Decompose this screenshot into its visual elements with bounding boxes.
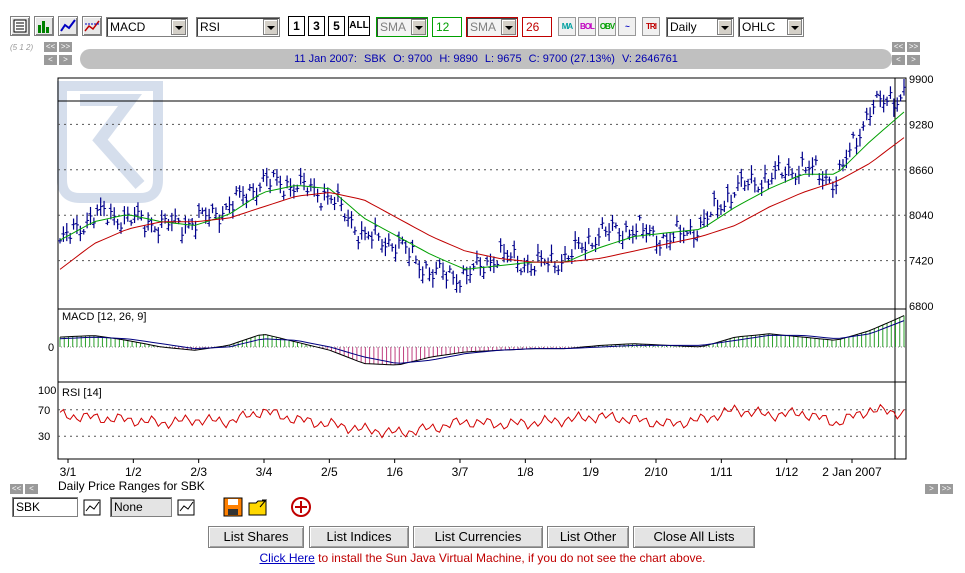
- rsi-tick-label: 100: [38, 385, 56, 397]
- scroll-forward-bottom-button[interactable]: >: [925, 484, 938, 494]
- macd-zero-label: 0: [48, 342, 54, 354]
- x-tick-label: 2/3: [190, 465, 207, 479]
- rsi-line: [59, 403, 905, 439]
- x-tick-label: 3/4: [256, 465, 273, 479]
- price-tick-label: 6800: [909, 301, 933, 313]
- x-tick-label: 1/9: [582, 465, 599, 479]
- x-tick-label: 1/8: [517, 465, 534, 479]
- rsi-title: RSI [14]: [62, 387, 102, 399]
- macd-line: [59, 315, 905, 366]
- x-tick-label: 2/5: [321, 465, 338, 479]
- list-shares-button[interactable]: List Shares: [208, 526, 304, 548]
- price-tick-label: 9280: [909, 119, 933, 131]
- list-currencies-button[interactable]: List Currencies: [413, 526, 543, 548]
- save-icon[interactable]: [222, 497, 244, 517]
- price-tick-label: 9900: [909, 74, 933, 86]
- share-code-input[interactable]: SBK: [12, 497, 78, 517]
- scroll-back-bottom-button[interactable]: <: [25, 484, 38, 494]
- rsi-pane: [57, 381, 907, 460]
- price-tick-label: 7420: [909, 256, 933, 268]
- rsi-tick-label: 70: [38, 405, 50, 417]
- scroll-back-far-bottom-button[interactable]: <<: [10, 484, 23, 494]
- java-install-note: Click Here to install the Sun Java Virtu…: [0, 551, 965, 565]
- rsi-tick-label: 30: [38, 431, 50, 443]
- compare-code-input[interactable]: None: [110, 497, 172, 517]
- price-tick-label: 8040: [909, 210, 933, 222]
- ma26-line: [59, 137, 905, 270]
- java-install-text: to install the Sun Java Virtual Machine,…: [314, 551, 706, 565]
- ma12-line: [59, 111, 905, 270]
- open-folder-icon[interactable]: [248, 497, 270, 517]
- java-install-link[interactable]: Click Here: [259, 551, 314, 565]
- price-pane: [57, 77, 907, 310]
- x-tick-label: 1/6: [386, 465, 403, 479]
- list-indices-button[interactable]: List Indices: [309, 526, 409, 548]
- scroll-forward-far-bottom-button[interactable]: >>: [940, 484, 953, 494]
- pane-caption: Daily Price Ranges for SBK: [58, 479, 205, 493]
- macd-title: MACD [12, 26, 9]: [62, 311, 146, 323]
- pane-caption-text: Daily Price Ranges for SBK: [58, 479, 205, 493]
- chart-go-icon[interactable]: [82, 497, 104, 517]
- add-chart-icon[interactable]: [290, 497, 312, 517]
- list-other-button[interactable]: List Other: [547, 526, 629, 548]
- macd-pane: [57, 308, 907, 383]
- x-tick-label: 2 Jan 2007: [822, 465, 882, 479]
- price-tick-label: 8660: [909, 165, 933, 177]
- macd-signal-line: [59, 320, 905, 364]
- x-tick-label: 1/2: [125, 465, 142, 479]
- close-all-lists-button[interactable]: Close All Lists: [633, 526, 755, 548]
- x-tick-label: 1/11: [710, 465, 733, 479]
- x-tick-label: 2/10: [644, 465, 668, 479]
- watermark-logo: [57, 81, 163, 203]
- bottom-toolbar: SBK None: [12, 497, 332, 519]
- x-tick-label: 3/7: [452, 465, 469, 479]
- x-tick-label: 1/12: [775, 465, 799, 479]
- x-tick-label: 3/1: [60, 465, 77, 479]
- compare-go-icon[interactable]: [176, 497, 198, 517]
